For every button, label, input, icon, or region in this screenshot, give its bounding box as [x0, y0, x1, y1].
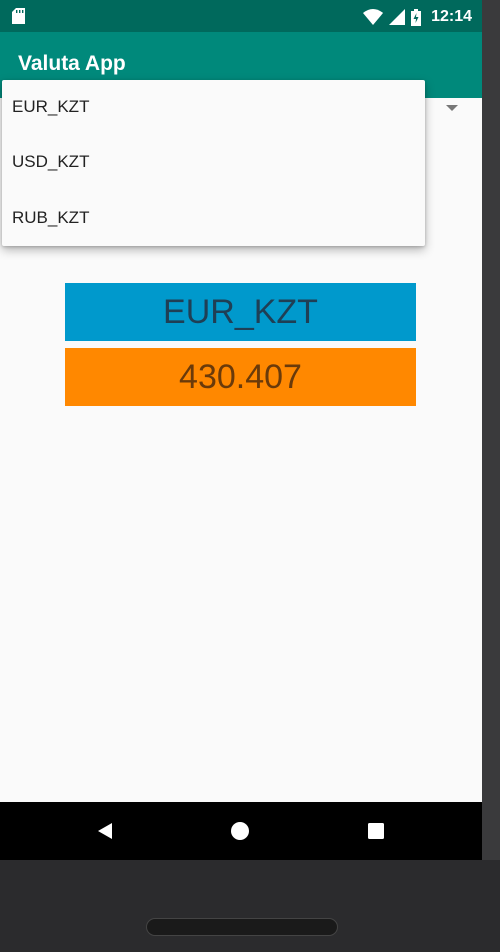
battery-icon [411, 8, 422, 26]
exchange-rate-display: 430.407 [65, 348, 416, 406]
wifi-icon [363, 9, 384, 25]
back-icon[interactable] [93, 819, 117, 843]
home-icon[interactable] [228, 819, 252, 843]
dropdown-item-rub-kzt[interactable]: RUB_KZT [2, 190, 425, 246]
currency-pair-display: EUR_KZT [65, 283, 416, 341]
app-title: Valuta App [18, 52, 126, 75]
dropdown-item-usd-kzt[interactable]: USD_KZT [2, 134, 425, 190]
dropdown-arrow-icon[interactable] [446, 105, 458, 111]
app-screen: 12:14 Valuta App EUR_KZT 430.407 EUR_KZT… [0, 0, 482, 860]
navigation-bar [0, 802, 482, 860]
device-speaker-grille [146, 918, 338, 936]
status-bar: 12:14 [0, 0, 482, 32]
sd-card-icon [12, 8, 25, 24]
dropdown-item-eur-kzt[interactable]: EUR_KZT [2, 80, 425, 134]
status-icons: 12:14 [363, 6, 472, 28]
status-time: 12:14 [431, 8, 472, 25]
recents-icon[interactable] [364, 819, 388, 843]
currency-dropdown-menu: EUR_KZT USD_KZT RUB_KZT [2, 80, 425, 246]
device-frame-edge [482, 0, 500, 860]
signal-icon [389, 9, 406, 25]
